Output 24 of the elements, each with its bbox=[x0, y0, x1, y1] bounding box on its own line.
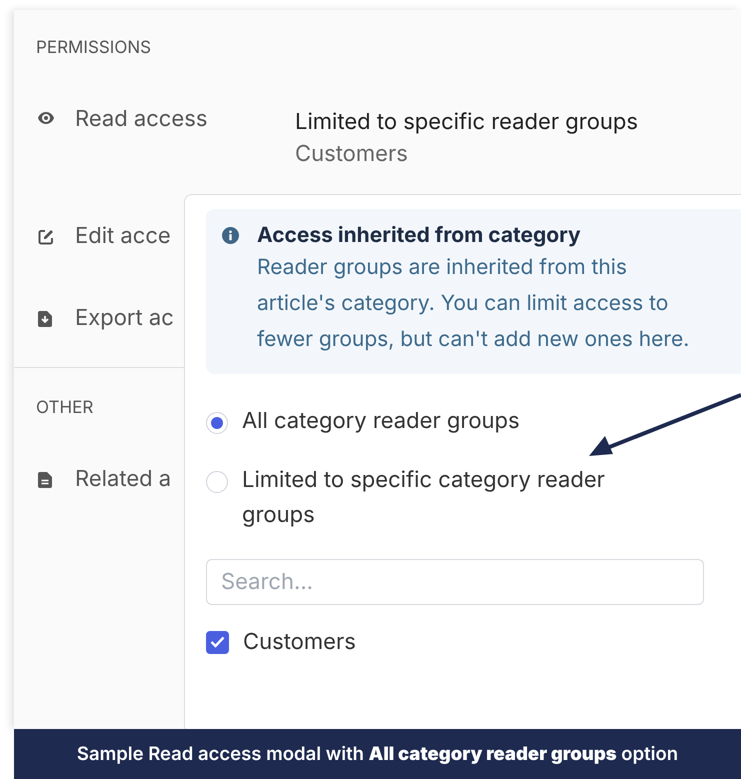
document-icon bbox=[38, 472, 52, 488]
option-label[interactable]: Limited to specific category reader groups bbox=[242, 463, 682, 533]
download-file-icon bbox=[38, 311, 52, 327]
permission-value: Limited to specific reader groups bbox=[295, 109, 638, 135]
permission-label: Export ac bbox=[75, 305, 174, 331]
radio-button[interactable] bbox=[206, 412, 228, 434]
permission-label: Related a bbox=[75, 466, 172, 492]
eye-icon bbox=[38, 112, 54, 124]
checkmark-icon bbox=[210, 636, 225, 648]
section-heading: PERMISSIONS bbox=[36, 38, 152, 58]
permission-label: Read access bbox=[75, 106, 208, 132]
section-heading: OTHER bbox=[36, 398, 94, 418]
info-icon bbox=[222, 227, 239, 244]
caption-text: Sample Read access modal with All category reader groups option bbox=[76, 743, 678, 765]
pencil-square-icon bbox=[38, 229, 54, 245]
option-label[interactable]: All category reader groups bbox=[242, 404, 682, 439]
notice-text: Reader groups are inherited from this article's category. You can limit access to fewer groups, but can't add new ones here. bbox=[257, 254, 690, 354]
checkbox[interactable] bbox=[206, 630, 229, 654]
group-label[interactable]: Customers bbox=[243, 629, 356, 655]
notice-title: Access inherited from category bbox=[257, 223, 582, 248]
radio-button[interactable] bbox=[206, 471, 228, 493]
permission-detail: Customers bbox=[295, 141, 409, 167]
search-field[interactable]: Search... bbox=[206, 559, 704, 605]
permission-label: Edit acce bbox=[75, 223, 171, 249]
